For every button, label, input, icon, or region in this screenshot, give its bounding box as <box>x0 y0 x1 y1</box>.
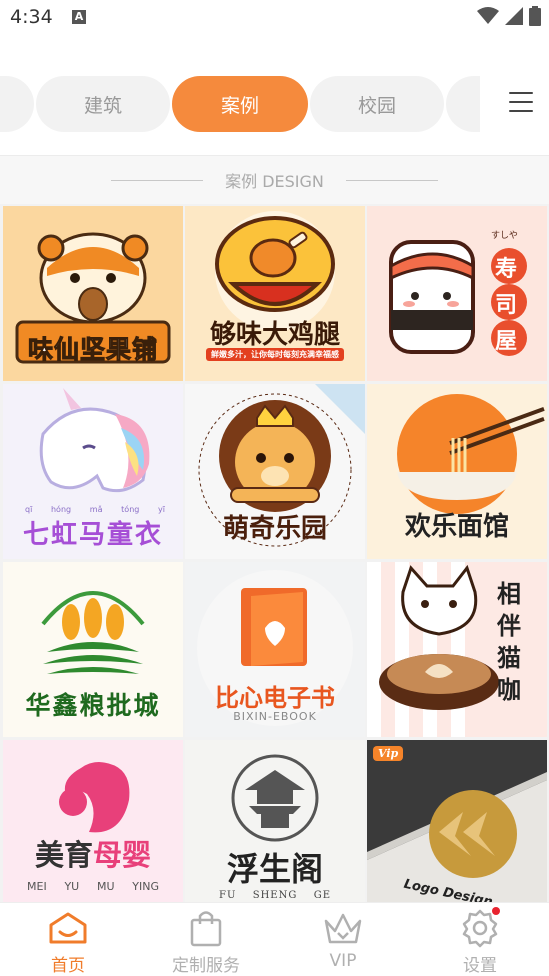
section-title: 案例 DESIGN <box>225 172 324 191</box>
case-card[interactable]: 味仙坚果铺 <box>3 206 183 381</box>
case-char: 屋 <box>495 329 518 354</box>
case-title: 够味大鸡腿 <box>209 320 340 350</box>
divider-left <box>111 179 204 181</box>
nav-label: 定制服务 <box>172 956 240 976</box>
gold-emblem-logo <box>367 740 547 902</box>
case-pinyin: MEI YU MU YING <box>27 880 159 893</box>
nav-custom-service[interactable]: 定制服务 <box>156 909 256 976</box>
status-icons <box>477 6 541 26</box>
case-title: 华鑫粮批城 <box>25 691 161 720</box>
battery-icon <box>529 6 541 26</box>
case-card[interactable]: qī hóng mǎ tóng yī 七虹马童衣 <box>3 384 183 559</box>
wifi-icon <box>477 7 499 24</box>
case-card[interactable]: 够味大鸡腿 鲜嫩多汁，让你每时每刻充满幸福感 <box>185 206 365 381</box>
notification-icon: A <box>72 10 86 24</box>
case-title: 浮生阁 <box>226 850 323 888</box>
case-title-a: 美育 <box>34 838 93 872</box>
section-header: 案例 DESIGN <box>0 156 549 204</box>
mother-baby-logo <box>3 740 183 902</box>
case-subtitle: 鲜嫩多汁，让你每时每刻充满幸福感 <box>206 348 344 361</box>
tab-partial-right[interactable] <box>446 76 480 132</box>
case-card[interactable]: 华鑫粮批城 <box>3 562 183 737</box>
case-card[interactable]: 浮生阁 FU SHENG GE <box>185 740 365 902</box>
menu-icon[interactable] <box>509 92 533 114</box>
case-card[interactable]: 美育母婴 MEI YU MU YING <box>3 740 183 902</box>
status-bar: 4:34 A <box>0 0 549 38</box>
case-title: 欢乐面馆 <box>404 512 509 542</box>
case-card[interactable]: 欢乐面馆 <box>367 384 547 559</box>
nav-label: VIP <box>329 951 357 971</box>
tab-campus[interactable]: 校园 <box>310 76 444 132</box>
bottom-nav: 首页 定制服务 VIP 设置 <box>0 902 549 976</box>
tab-architecture[interactable]: 建筑 <box>36 76 170 132</box>
vip-badge: Vip <box>373 746 404 761</box>
case-char: 寿 <box>495 257 518 282</box>
case-title: 味仙坚果铺 <box>27 335 158 365</box>
case-card[interactable]: 比心电子书 BIXIN-EBOOK <box>185 562 365 737</box>
signal-icon <box>505 7 523 25</box>
case-pinyin: qī hóng mǎ tóng yī <box>25 505 165 514</box>
case-card[interactable]: 萌奇乐园 <box>185 384 365 559</box>
case-char: 司 <box>495 293 518 318</box>
case-subtitle: BIXIN-EBOOK <box>233 710 317 723</box>
case-grid: 味仙坚果铺 够味大鸡腿 鲜嫩多汁，让你每时每刻充满幸福感 すしや 寿 司 屋 q… <box>0 204 549 902</box>
case-title: 萌奇乐园 <box>222 514 327 544</box>
case-card[interactable]: Vip Logo Design <box>367 740 547 902</box>
case-kana: すしや <box>491 231 518 241</box>
tab-partial-left[interactable] <box>0 76 34 132</box>
sushi-logo <box>367 206 547 381</box>
case-card[interactable]: 相伴猫咖 <box>367 562 547 737</box>
case-pinyin: FU SHENG GE <box>219 890 331 901</box>
case-title: 七虹马童衣 <box>22 520 163 550</box>
notification-dot <box>492 907 500 915</box>
case-card[interactable]: すしや 寿 司 屋 <box>367 206 547 381</box>
nav-vip[interactable]: VIP <box>293 909 393 975</box>
nav-settings[interactable]: 设置 <box>430 907 530 976</box>
shopping-bag-icon <box>190 911 222 947</box>
case-title-b: 母婴 <box>93 838 152 872</box>
divider-right <box>345 179 438 181</box>
category-tabs[interactable]: 建筑 案例 校园 <box>0 76 480 134</box>
nav-label: 设置 <box>463 956 497 976</box>
nav-label: 首页 <box>51 956 85 976</box>
crown-icon <box>324 913 362 944</box>
case-chars: 相伴猫咖 <box>497 580 521 704</box>
tab-cases[interactable]: 案例 <box>172 76 308 132</box>
home-icon <box>49 912 87 944</box>
status-time: 4:34 <box>10 6 53 28</box>
category-tabs-bar: 建筑 案例 校园 <box>0 60 549 156</box>
case-title: 比心电子书 <box>215 684 335 712</box>
nav-home[interactable]: 首页 <box>18 909 118 976</box>
